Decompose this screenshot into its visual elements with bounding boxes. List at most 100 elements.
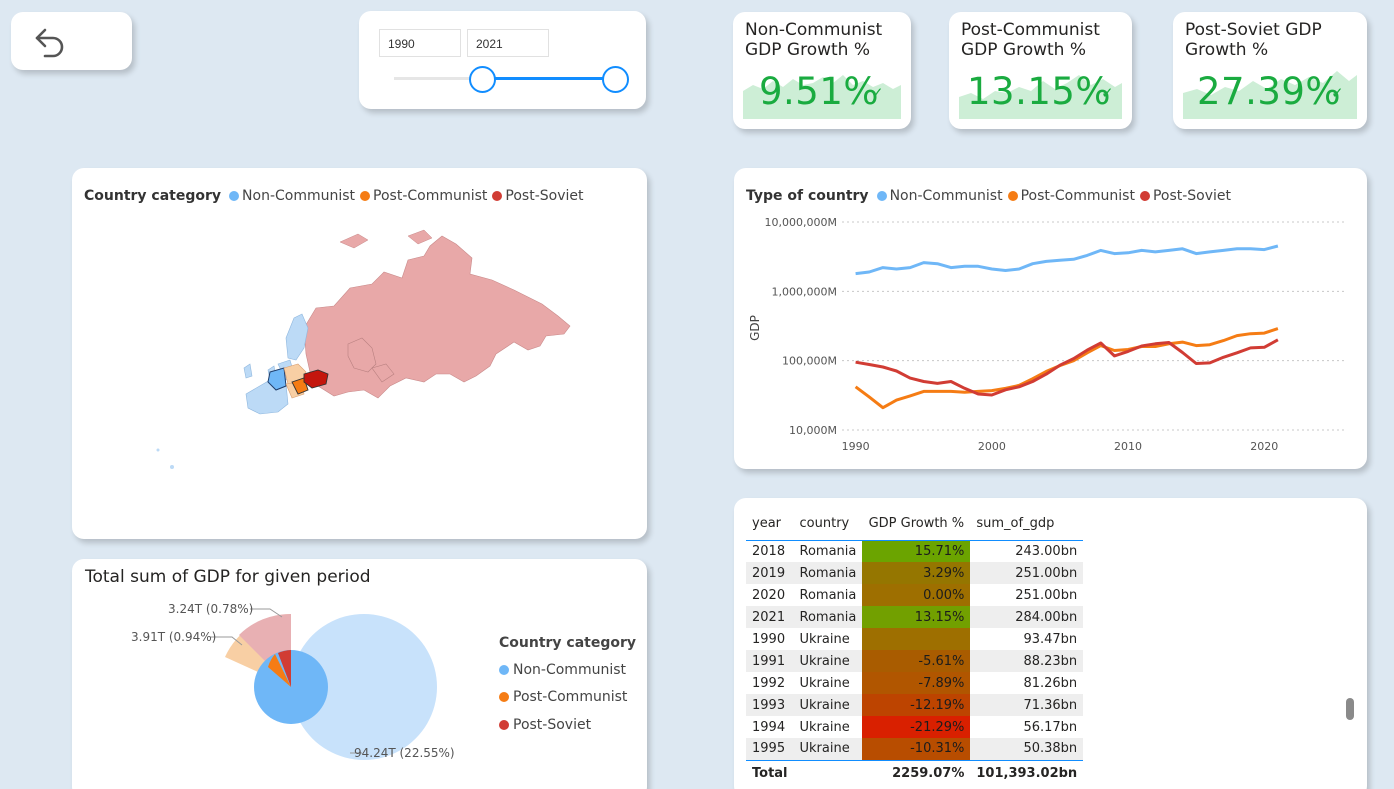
- table-scrollbar[interactable]: [1346, 698, 1354, 720]
- kpi-value: 13.15%: [967, 70, 1112, 113]
- undo-arrow-icon: [35, 28, 64, 58]
- total-gdp: 101,393.02bn: [970, 759, 1084, 786]
- table-row[interactable]: 2020 Romania 0.00% 251.00bn: [746, 584, 1083, 606]
- cell-country: Romania: [793, 562, 863, 584]
- cell-gdp: 50.38bn: [970, 738, 1084, 760]
- series-line-post-communist: [854, 327, 1279, 410]
- cell-gdp: 243.00bn: [1015, 543, 1078, 559]
- legend-item: Non-Communist: [499, 657, 636, 683]
- slider-start-handle[interactable]: [469, 66, 496, 93]
- cell-country: Romania: [799, 587, 857, 603]
- map-canvas[interactable]: [72, 168, 647, 539]
- gdp-donut-chart: Total sum of GDP for given period 3.24T …: [72, 559, 647, 789]
- cell-year: 2020: [752, 587, 786, 603]
- x-tick-label: 1990: [842, 440, 870, 453]
- year-range-slicer: 1990 2021: [359, 11, 646, 109]
- kpi-title: Non-Communist GDP Growth %: [745, 20, 883, 60]
- check-icon: ✓: [871, 84, 884, 102]
- cell-country: Ukraine: [799, 675, 850, 691]
- slider-end-handle[interactable]: [602, 66, 629, 93]
- gdp-line-chart: Type of country Non-Communist Post-Commu…: [734, 168, 1367, 469]
- cell-year: 2018: [752, 543, 786, 559]
- cell-year: 1991: [746, 650, 794, 672]
- cell-year: 1992: [752, 675, 786, 691]
- donut-legend: Country category Non-Communist Post-Comm…: [499, 635, 636, 739]
- cell-growth: -12.19%: [862, 694, 971, 716]
- table-row[interactable]: 1991 Ukraine -5.61% 88.23bn: [746, 650, 1084, 672]
- table-row[interactable]: 2018 Romania 15.71% 243.00bn: [746, 540, 1083, 562]
- donut-label: 3.91T (0.94%): [131, 630, 216, 644]
- cell-growth: 3.29%: [862, 562, 971, 584]
- kpi-title: Post-Soviet GDP Growth %: [1185, 20, 1322, 60]
- y-axis-title: GDP: [748, 315, 762, 341]
- donut-label: 3.24T (0.78%): [168, 602, 253, 616]
- kpi-value: 27.39%: [1197, 70, 1342, 113]
- cell-growth: -10.31%: [862, 738, 971, 760]
- cell-gdp: 251.00bn: [970, 562, 1084, 584]
- cell-growth: 15.71%: [862, 540, 971, 562]
- y-tick-label: 100,000M: [782, 355, 837, 368]
- slider-range-fill: [483, 77, 615, 80]
- cell-year: 2021: [746, 606, 794, 628]
- column-header-gdp[interactable]: sum_of_gdp: [970, 508, 1084, 541]
- y-tick-label: 10,000M: [789, 424, 837, 437]
- column-header-country[interactable]: country: [793, 508, 863, 541]
- cell-gdp: 81.26bn: [1023, 675, 1078, 691]
- cell-growth: -7.89%: [862, 672, 971, 694]
- kpi-card-post-soviet: Post-Soviet GDP Growth % 27.39% ✓: [1173, 12, 1367, 129]
- series-line-non-communist: [855, 244, 1279, 276]
- kpi-title: Post-Communist GDP Growth %: [961, 20, 1100, 60]
- x-tick-label: 2020: [1250, 440, 1278, 453]
- table-row[interactable]: 2019 Romania 3.29% 251.00bn: [746, 562, 1084, 584]
- kpi-card-non-communist: Non-Communist GDP Growth % 9.51% ✓: [733, 12, 911, 129]
- cell-gdp: 93.47bn: [1023, 631, 1078, 647]
- cell-country: Ukraine: [799, 631, 850, 647]
- x-tick-label: 2010: [1114, 440, 1142, 453]
- cell-growth: 0.00%: [862, 584, 971, 606]
- start-year-input[interactable]: 1990: [379, 29, 461, 57]
- cell-gdp: 251.00bn: [1015, 587, 1078, 603]
- cell-country: Romania: [799, 543, 857, 559]
- cell-year: 2019: [746, 562, 794, 584]
- series-line-post-soviet: [855, 338, 1279, 397]
- end-year-input[interactable]: 2021: [467, 29, 549, 57]
- cell-year: 1995: [746, 738, 794, 760]
- column-header-year[interactable]: year: [746, 508, 794, 541]
- table-row[interactable]: 1995 Ukraine -10.31% 50.38bn: [746, 738, 1084, 760]
- cell-gdp: 284.00bn: [970, 606, 1084, 628]
- total-label: Total: [746, 759, 794, 786]
- line-chart-plot[interactable]: GDP 10,000,000M 1,000,000M 100,000M 10,000M…: [734, 168, 1367, 469]
- table-row[interactable]: 1990 Ukraine 93.47bn: [746, 628, 1083, 650]
- kpi-card-post-communist: Post-Communist GDP Growth % 13.15% ✓: [949, 12, 1132, 129]
- cell-growth: [862, 628, 971, 650]
- y-tick-label: 10,000,000M: [765, 216, 837, 229]
- cell-country: Ukraine: [793, 650, 863, 672]
- cell-country: Ukraine: [793, 694, 863, 716]
- cell-year: 1990: [752, 631, 786, 647]
- cell-year: 1993: [746, 694, 794, 716]
- cell-growth: -5.61%: [862, 650, 971, 672]
- country-map: Country category Non-Communist Post-Comm…: [72, 168, 647, 539]
- table-row[interactable]: 1993 Ukraine -12.19% 71.36bn: [746, 694, 1084, 716]
- gdp-table: year country GDP Growth % sum_of_gdp 201…: [734, 498, 1367, 789]
- cell-gdp: 56.17bn: [1023, 719, 1078, 735]
- back-button[interactable]: [11, 12, 132, 70]
- table-row[interactable]: 1992 Ukraine -7.89% 81.26bn: [746, 672, 1083, 694]
- donut-label: 94.24T (22.55%): [354, 746, 455, 760]
- cell-country: Romania: [793, 606, 863, 628]
- table-row[interactable]: 1994 Ukraine -21.29% 56.17bn: [746, 716, 1083, 738]
- cell-year: 1994: [752, 719, 786, 735]
- check-icon: ✓: [1101, 84, 1114, 102]
- y-tick-label: 1,000,000M: [772, 285, 837, 298]
- cell-country: Ukraine: [793, 738, 863, 760]
- cell-gdp: 88.23bn: [970, 650, 1084, 672]
- data-table: year country GDP Growth % sum_of_gdp 201…: [746, 508, 1084, 786]
- region-non-communist: [285, 313, 309, 361]
- cell-growth: 13.15%: [862, 606, 971, 628]
- check-icon: ✓: [1331, 84, 1344, 102]
- x-tick-label: 2000: [978, 440, 1006, 453]
- table-row[interactable]: 2021 Romania 13.15% 284.00bn: [746, 606, 1084, 628]
- column-header-growth[interactable]: GDP Growth %: [862, 508, 971, 541]
- kpi-value: 9.51%: [759, 70, 880, 113]
- legend-item: Post-Communist: [499, 683, 636, 711]
